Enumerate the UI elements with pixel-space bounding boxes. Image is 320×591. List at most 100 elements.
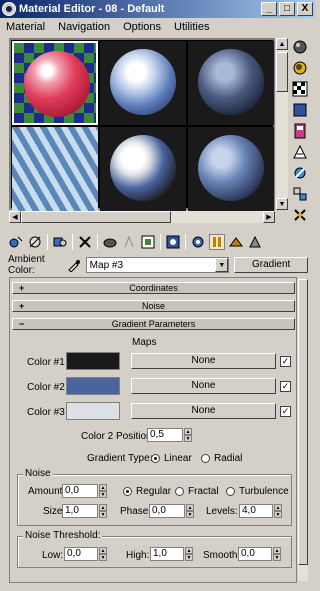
spinner-arrows-icon[interactable]: ▲ ▼ [184,428,192,442]
rollout-noise[interactable]: + Noise [12,300,295,312]
spinner-arrows-icon[interactable]: ▲ ▼ [185,547,193,561]
rollout-coordinates[interactable]: + Coordinates [12,282,295,294]
material-toolbar [8,232,308,252]
gradient-type-linear-radio[interactable] [151,454,160,463]
scroll-right-icon[interactable]: ▶ [263,211,275,223]
make-unique-icon[interactable] [102,234,118,250]
color-1-map-checkbox[interactable]: ✓ [280,356,291,367]
threshold-low-value[interactable]: 0,0 [64,547,98,561]
show-map-in-viewport-icon[interactable] [165,234,181,250]
maximize-button[interactable]: □ [279,2,295,16]
backlight-icon[interactable] [291,59,309,77]
reset-map-icon[interactable] [77,234,93,250]
noise-phase-value[interactable]: 0,0 [149,504,185,518]
color-3-map-checkbox[interactable]: ✓ [280,406,291,417]
threshold-smooth-spinner[interactable]: 0,0 ▲ ▼ [238,547,281,561]
noise-levels-spinner[interactable]: 4,0 ▲ ▼ [239,504,282,518]
spinner-arrows-icon[interactable]: ▲ ▼ [99,504,107,518]
noise-size-value[interactable]: 1,0 [62,504,98,518]
threshold-smooth-value[interactable]: 0,0 [238,547,272,561]
slots-vertical-scrollbar[interactable]: ▲ ▼ [276,38,288,210]
spinner-arrows-icon[interactable]: ▲ ▼ [274,504,282,518]
video-color-check-icon[interactable] [291,122,309,140]
noise-turbulence-radio[interactable] [226,487,235,496]
assign-material-icon[interactable] [52,234,68,250]
noise-turbulence-label: Turbulence [239,486,289,497]
map-name-dropdown[interactable]: Map #3 ▼ [85,257,230,273]
sample-type-sphere-icon[interactable] [291,38,309,56]
color-2-map-checkbox[interactable]: ✓ [280,381,291,392]
threshold-high-spinner[interactable]: 1,0 ▲ ▼ [150,547,193,561]
dropdown-arrow-icon[interactable]: ▼ [215,258,229,272]
noise-threshold-group-title: Noise Threshold: [23,530,103,541]
rollout-gradient-label: Gradient Parameters [111,319,196,329]
sample-slot[interactable] [12,127,98,211]
noise-phase-spinner[interactable]: 0,0 ▲ ▼ [149,504,194,518]
noise-regular-radio[interactable] [123,487,132,496]
panel-scrollbar[interactable] [298,279,308,581]
make-preview-icon[interactable] [291,143,309,161]
scroll-up-icon[interactable]: ▲ [276,38,288,50]
sample-slot[interactable] [188,127,274,211]
close-button[interactable]: X [297,2,313,16]
threshold-high-label: High: [126,550,150,561]
slots-vscroll-thumb[interactable] [276,52,288,92]
color2-position-label: Color 2 Position: [81,431,155,442]
color2-position-value[interactable]: 0,5 [147,428,183,442]
menu-options[interactable]: Options [123,21,161,33]
color-2-label: Color #2 [27,382,65,393]
gradient-type-radial-radio[interactable] [201,454,210,463]
scroll-down-icon[interactable]: ▼ [276,198,288,210]
sample-slot[interactable] [12,41,98,125]
color-1-map-button[interactable]: None [131,353,276,369]
color2-position-spinner[interactable]: 0,5 ▲ ▼ [147,428,192,442]
noise-levels-value[interactable]: 4,0 [239,504,273,518]
color-2-map-button[interactable]: None [131,378,276,394]
select-by-material-icon[interactable] [291,185,309,203]
color-1-swatch[interactable] [66,352,120,370]
color-3-label: Color #3 [27,407,65,418]
spinner-arrows-icon[interactable]: ▲ ▼ [99,547,107,561]
noise-group-title: Noise [23,468,53,479]
type-button[interactable]: Gradient [234,257,309,273]
get-material-icon[interactable] [8,234,24,250]
scroll-left-icon[interactable]: ◀ [9,211,21,223]
put-to-library-icon[interactable] [121,234,137,250]
noise-fractal-radio[interactable] [175,487,184,496]
material-map-navigator-icon[interactable] [291,206,309,224]
put-material-icon[interactable] [27,234,43,250]
threshold-high-value[interactable]: 1,0 [150,547,184,561]
spinner-arrows-icon[interactable]: ▲ ▼ [186,504,194,518]
rollout-gradient-parameters[interactable]: − Gradient Parameters [12,318,295,330]
eyedropper-icon[interactable] [66,257,82,273]
sample-slot[interactable] [100,127,186,211]
color-2-swatch[interactable] [66,377,120,395]
spinner-arrows-icon[interactable]: ▲ ▼ [273,547,281,561]
slots-hscroll-thumb[interactable] [21,211,171,223]
noise-amount-value[interactable]: 0,0 [62,484,98,498]
pick-material-from-object-icon[interactable] [247,234,263,250]
menu-utilities[interactable]: Utilities [174,21,209,33]
minimize-button[interactable]: _ [261,2,277,16]
noise-size-spinner[interactable]: 1,0 ▲ ▼ [62,504,107,518]
noise-amount-spinner[interactable]: 0,0 ▲ ▼ [62,484,107,498]
panel-scroll-thumb[interactable] [298,279,308,565]
material-name-row: Ambient Color: Map #3 ▼ Gradient [8,254,309,276]
slots-horizontal-scrollbar[interactable]: ◀ ▶ [9,211,275,223]
material-effects-channel-icon[interactable] [140,234,156,250]
show-end-result-icon[interactable] [190,234,206,250]
options-icon[interactable] [291,164,309,182]
sample-slot[interactable] [100,41,186,125]
background-checker-icon[interactable] [291,80,309,98]
menu-bar: Material Navigation Options Utilities [0,19,315,35]
color-3-map-button[interactable]: None [131,403,276,419]
menu-navigation[interactable]: Navigation [58,21,110,33]
sample-uv-tiling-icon[interactable] [291,101,309,119]
spinner-arrows-icon[interactable]: ▲ ▼ [99,484,107,498]
go-forward-sibling-icon[interactable] [228,234,244,250]
menu-material[interactable]: Material [6,21,45,33]
go-to-parent-icon[interactable] [209,234,225,250]
threshold-low-spinner[interactable]: 0,0 ▲ ▼ [64,547,107,561]
color-3-swatch[interactable] [66,402,120,420]
sample-slot[interactable] [188,41,274,125]
